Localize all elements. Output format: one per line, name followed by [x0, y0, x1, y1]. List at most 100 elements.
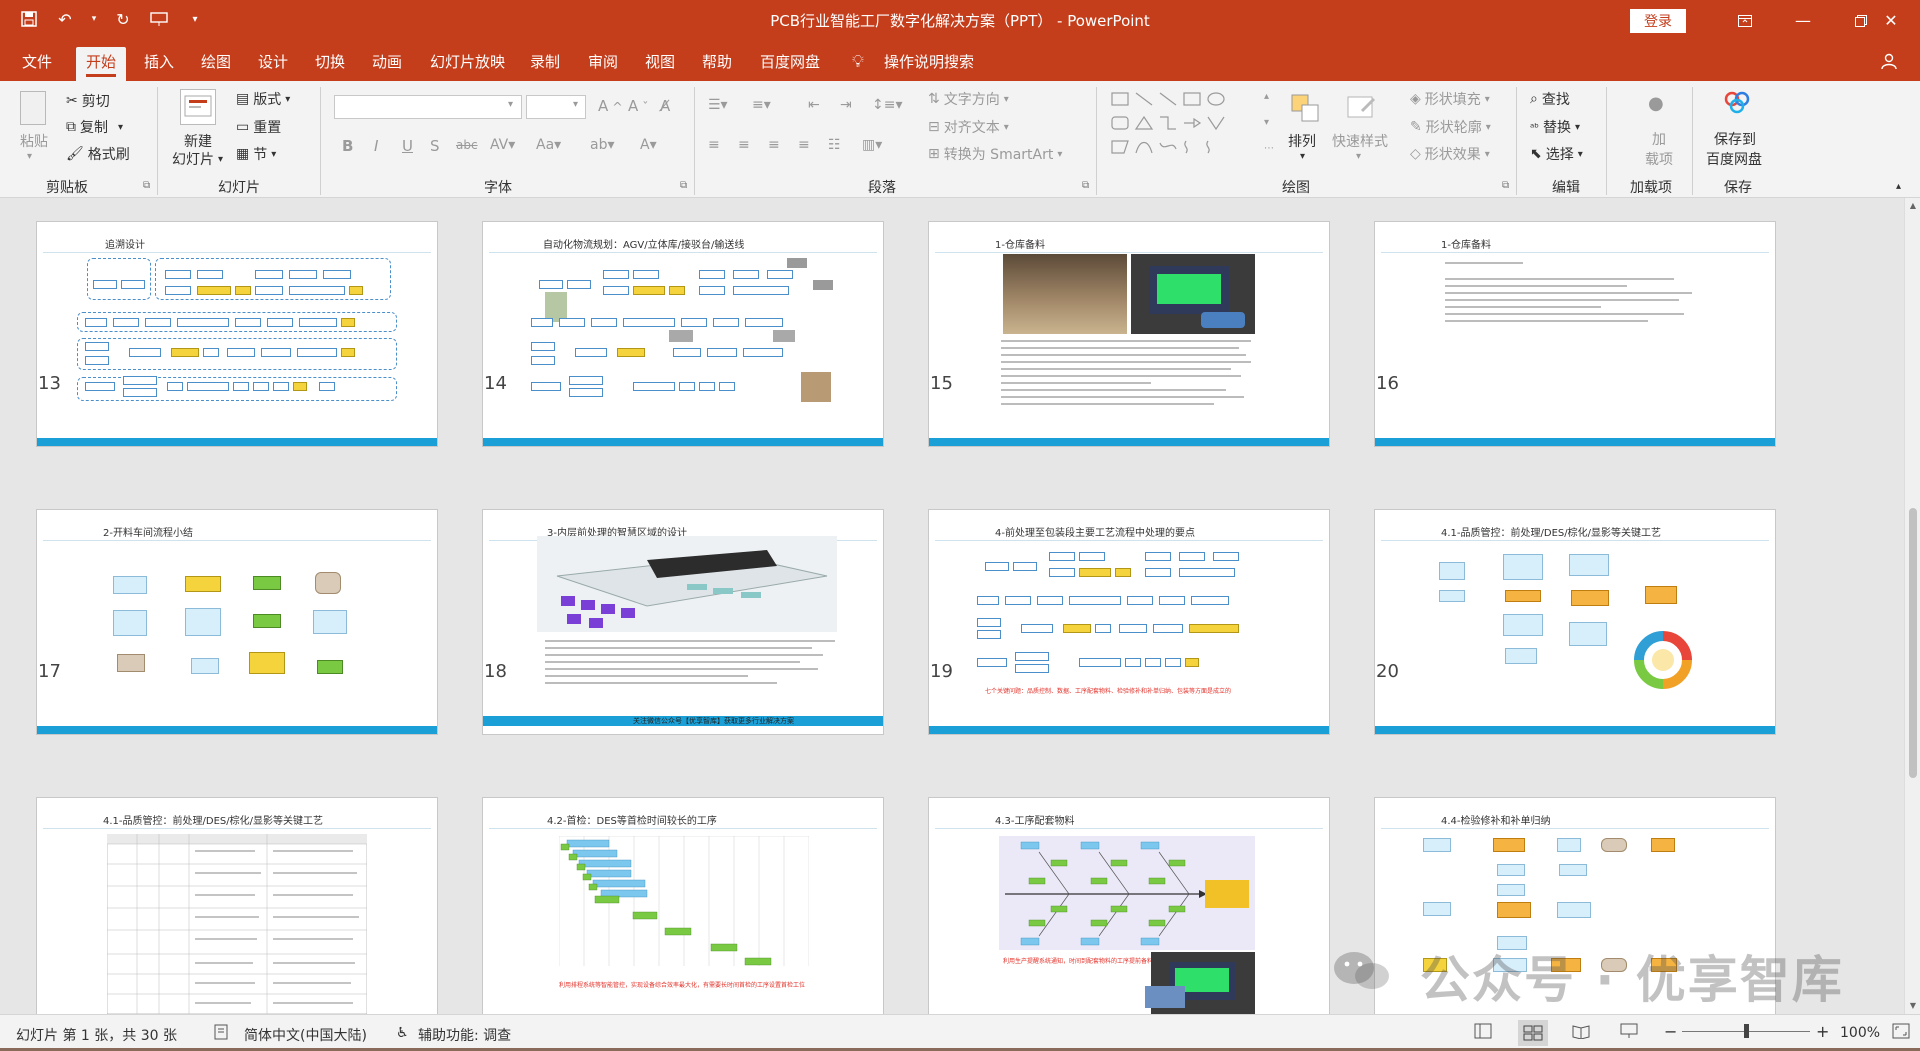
section-button[interactable]: ▦ 节 ▾	[236, 144, 276, 164]
zoom-level[interactable]: 100%	[1840, 1025, 1880, 1041]
slide-thumbnail-15[interactable]: 1-仓库备料	[928, 221, 1330, 447]
slide-thumbnail-17[interactable]: 2-开料车间流程小结	[36, 509, 438, 735]
login-button[interactable]: 登录	[1630, 9, 1686, 33]
align-left-icon[interactable]: ≡	[708, 137, 720, 153]
slide-thumbnail-20[interactable]: 4.1-品质管控：前处理/DES/棕化/显影等关键工艺	[1374, 509, 1776, 735]
tab-file[interactable]: 文件	[12, 47, 62, 81]
slide-thumbnail-21[interactable]: 4.1-品质管控：前处理/DES/棕化/显影等关键工艺	[36, 797, 438, 1014]
slide-sorter-view-icon[interactable]	[1518, 1020, 1548, 1046]
tab-transitions[interactable]: 切换	[305, 47, 355, 81]
increase-font-size-icon[interactable]: A ^	[598, 97, 623, 115]
tab-slideshow[interactable]: 幻灯片放映	[420, 47, 515, 81]
bullets-icon[interactable]: ☰▾	[708, 97, 728, 113]
format-painter-button[interactable]: 🖌︎ 格式刷	[66, 144, 130, 164]
arrange-icon[interactable]	[1288, 91, 1322, 125]
reset-button[interactable]: ▭ 重置	[236, 117, 281, 137]
chevron-down-icon[interactable]: ▾	[1300, 151, 1305, 162]
decrease-indent-icon[interactable]: ⇤	[808, 97, 820, 113]
new-slide-icon[interactable]	[180, 89, 216, 125]
tab-review[interactable]: 审阅	[578, 47, 628, 81]
italic-icon[interactable]: I	[374, 137, 378, 155]
tab-draw[interactable]: 绘图	[191, 47, 241, 81]
new-slide-dropdown[interactable]: 幻灯片 ▾	[172, 149, 223, 169]
columns-icon[interactable]: ▥▾	[862, 137, 882, 153]
highlight-icon[interactable]: ab▾	[590, 137, 615, 153]
text-direction-button[interactable]: ⇅ 文字方向 ▾	[928, 89, 1009, 109]
quick-styles-icon[interactable]	[1344, 91, 1378, 125]
paste-dropdown-icon[interactable]: ▾	[27, 151, 32, 162]
minimize-icon[interactable]: —	[1774, 0, 1832, 41]
collapse-ribbon-icon[interactable]: ▴	[1896, 181, 1901, 192]
addins-button-line1[interactable]: 加	[1652, 129, 1666, 149]
convert-smartart-button[interactable]: ⊞ 转换为 SmartArt ▾	[928, 144, 1062, 164]
font-color-icon[interactable]: A▾	[640, 137, 657, 153]
clear-formatting-icon[interactable]: A̸	[660, 97, 670, 115]
dialog-launcher-icon[interactable]: ⧉	[143, 180, 150, 191]
save-to-netdisk-line2[interactable]: 百度网盘	[1706, 149, 1762, 169]
slide-thumbnail-23[interactable]: 4.3-工序配套物料 利用生产提醒系统通知，时间到配套物料的工序提前备料	[928, 797, 1330, 1014]
addins-icon[interactable]: ●	[1648, 93, 1664, 114]
scrollbar-thumb[interactable]	[1909, 508, 1917, 778]
numbering-icon[interactable]: ≡▾	[752, 97, 771, 113]
tab-animations[interactable]: 动画	[362, 47, 412, 81]
new-slide-label[interactable]: 新建	[184, 131, 212, 151]
tab-help[interactable]: 帮助	[692, 47, 742, 81]
paste-button[interactable]: 粘贴	[20, 131, 48, 151]
share-icon[interactable]	[1880, 52, 1898, 74]
increase-indent-icon[interactable]: ⇥	[840, 97, 852, 113]
chevron-down-icon[interactable]: ▾	[1356, 151, 1361, 162]
tab-home[interactable]: 开始	[76, 47, 127, 81]
shapes-gallery[interactable]	[1108, 89, 1258, 167]
save-to-netdisk-line1[interactable]: 保存到	[1714, 129, 1756, 149]
bold-icon[interactable]: B	[342, 137, 353, 155]
shadow-icon[interactable]: S	[430, 137, 440, 155]
align-center-icon[interactable]: ≡	[738, 137, 750, 153]
dialog-launcher-icon[interactable]: ⧉	[680, 180, 687, 191]
layout-button[interactable]: ▤ 版式 ▾	[236, 89, 290, 109]
accessibility-icon[interactable]: ♿︎	[396, 1025, 409, 1041]
shapes-scroll-up-icon[interactable]: ▴	[1264, 91, 1269, 102]
arrange-button[interactable]: 排列	[1288, 131, 1316, 151]
shape-outline-button[interactable]: ✎ 形状轮廓 ▾	[1410, 117, 1491, 137]
font-name-dropdown-icon[interactable]: ▾	[508, 99, 513, 110]
tab-record[interactable]: 录制	[520, 47, 570, 81]
slide-thumbnail-19[interactable]: 4-前处理至包装段主要工艺流程中处理的要点 七个关键问题：品质控制、数据、工序配…	[928, 509, 1330, 735]
tab-view[interactable]: 视图	[635, 47, 685, 81]
shapes-scroll-down-icon[interactable]: ▾	[1264, 117, 1269, 128]
shape-effects-button[interactable]: ◇ 形状效果 ▾	[1410, 144, 1490, 164]
fit-to-window-icon[interactable]	[1892, 1023, 1910, 1043]
align-text-button[interactable]: ⊟ 对齐文本 ▾	[928, 117, 1009, 137]
reading-view-icon[interactable]	[1572, 1023, 1590, 1043]
tab-design[interactable]: 设计	[248, 47, 298, 81]
zoom-slider-thumb[interactable]	[1744, 1024, 1749, 1038]
font-size-dropdown-icon[interactable]: ▾	[573, 99, 578, 110]
justify-icon[interactable]: ≡	[798, 137, 810, 153]
decrease-font-size-icon[interactable]: Aˇ	[628, 97, 649, 115]
paste-icon[interactable]	[20, 91, 46, 125]
slide-thumbnail-13[interactable]: 追溯设计	[36, 221, 438, 447]
zoom-out-icon[interactable]: −	[1664, 1022, 1677, 1041]
copy-button[interactable]: ⧉ 复制 ▾	[66, 117, 123, 137]
shape-fill-button[interactable]: ◈ 形状填充 ▾	[1410, 89, 1490, 109]
font-name-combobox[interactable]	[334, 95, 522, 119]
accessibility-status[interactable]: 辅助功能: 调查	[418, 1025, 511, 1045]
normal-view-icon[interactable]	[1474, 1023, 1492, 1043]
ribbon-display-options-icon[interactable]	[1716, 0, 1774, 41]
slide-thumbnail-22[interactable]: 4.2-首检：DES等首检时间较长的工序 利用排程系统等智能管控，实现设备综合效…	[482, 797, 884, 1014]
dialog-launcher-icon[interactable]: ⧉	[1082, 180, 1089, 191]
strikethrough-icon[interactable]: abc	[456, 138, 478, 152]
quick-styles-button[interactable]: 快速样式	[1332, 131, 1388, 151]
close-icon[interactable]: ✕	[1862, 0, 1920, 41]
shapes-more-icon[interactable]: ⋯	[1264, 143, 1274, 154]
select-button[interactable]: ⬉ 选择 ▾	[1530, 144, 1583, 164]
slide-thumbnail-14[interactable]: 自动化物流规划：AGV/立体库/接驳台/输送线	[482, 221, 884, 447]
character-spacing-icon[interactable]: AV▾	[490, 137, 515, 153]
baidu-netdisk-icon[interactable]	[1722, 89, 1752, 115]
scroll-up-icon[interactable]: ▲	[1905, 198, 1920, 214]
tab-baidu-netdisk[interactable]: 百度网盘	[750, 47, 830, 81]
replace-button[interactable]: ᵃᵇ 替换 ▾	[1530, 117, 1580, 137]
line-spacing-icon[interactable]: ↕≡▾	[872, 97, 903, 113]
align-right-icon[interactable]: ≡	[768, 137, 780, 153]
slideshow-view-icon[interactable]	[1620, 1023, 1638, 1043]
language-status[interactable]: 简体中文(中国大陆)	[244, 1025, 367, 1045]
